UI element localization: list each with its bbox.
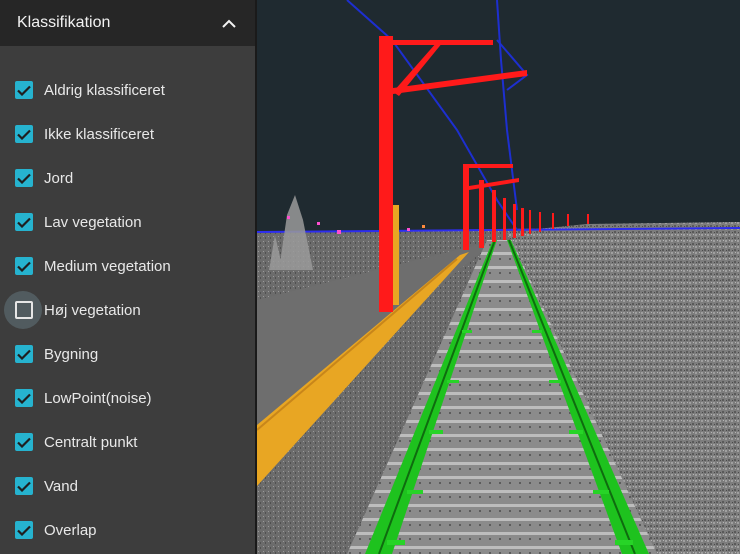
checkbox-checked-icon[interactable] — [15, 433, 33, 451]
classification-label: Ikke klassificeret — [44, 125, 155, 143]
classification-item[interactable]: Aldrig klassificeret — [0, 68, 255, 112]
checkbox-checked-icon[interactable] — [15, 521, 33, 539]
classification-label: Høj vegetation — [44, 301, 141, 319]
classification-item[interactable]: Vand — [0, 464, 255, 508]
classification-item[interactable]: Høj vegetation — [0, 288, 255, 332]
panel-header[interactable]: Klassifikation — [0, 0, 255, 46]
classification-label: Centralt punkt — [44, 433, 138, 451]
chevron-up-icon[interactable] — [220, 14, 238, 32]
classification-label: Jord — [44, 169, 74, 187]
checkbox-checked-icon[interactable] — [15, 81, 33, 99]
classification-item[interactable]: Overlap — [0, 508, 255, 552]
classification-label: Bygning — [44, 345, 99, 363]
checkbox-checked-icon[interactable] — [15, 213, 33, 231]
classification-label: Overlap — [44, 521, 97, 539]
classification-panel: Klassifikation Aldrig klassificeret Ikke … — [0, 0, 255, 554]
panel-title: Klassifikation — [17, 14, 111, 31]
classification-label: Aldrig klassificeret — [44, 81, 165, 99]
classification-label: LowPoint(noise) — [44, 389, 152, 407]
mast-base — [393, 205, 399, 305]
classification-item[interactable]: Centralt punkt — [0, 420, 255, 464]
checkbox-checked-icon[interactable] — [15, 125, 33, 143]
classification-label: Lav vegetation — [44, 213, 142, 231]
checkbox-checked-icon[interactable] — [15, 169, 33, 187]
checkbox-checked-icon[interactable] — [15, 389, 33, 407]
classification-item[interactable]: Lav vegetation — [0, 200, 255, 244]
classification-list: Aldrig klassificeret Ikke klassificeret Jo… — [0, 68, 255, 552]
checkbox-checked-icon[interactable] — [15, 345, 33, 363]
classification-label: Medium vegetation — [44, 257, 171, 275]
checkbox-unchecked-icon[interactable] — [15, 301, 33, 319]
classification-item[interactable]: Bygning — [0, 332, 255, 376]
classification-item[interactable]: Medium vegetation — [0, 244, 255, 288]
classification-item[interactable]: Jord — [0, 156, 255, 200]
point-cloud-viewport[interactable] — [257, 0, 740, 554]
checkbox-checked-icon[interactable] — [15, 477, 33, 495]
checkbox-checked-icon[interactable] — [15, 257, 33, 275]
classification-item[interactable]: Ikke klassificeret — [0, 112, 255, 156]
classification-item[interactable]: LowPoint(noise) — [0, 376, 255, 420]
classification-label: Vand — [44, 477, 78, 495]
